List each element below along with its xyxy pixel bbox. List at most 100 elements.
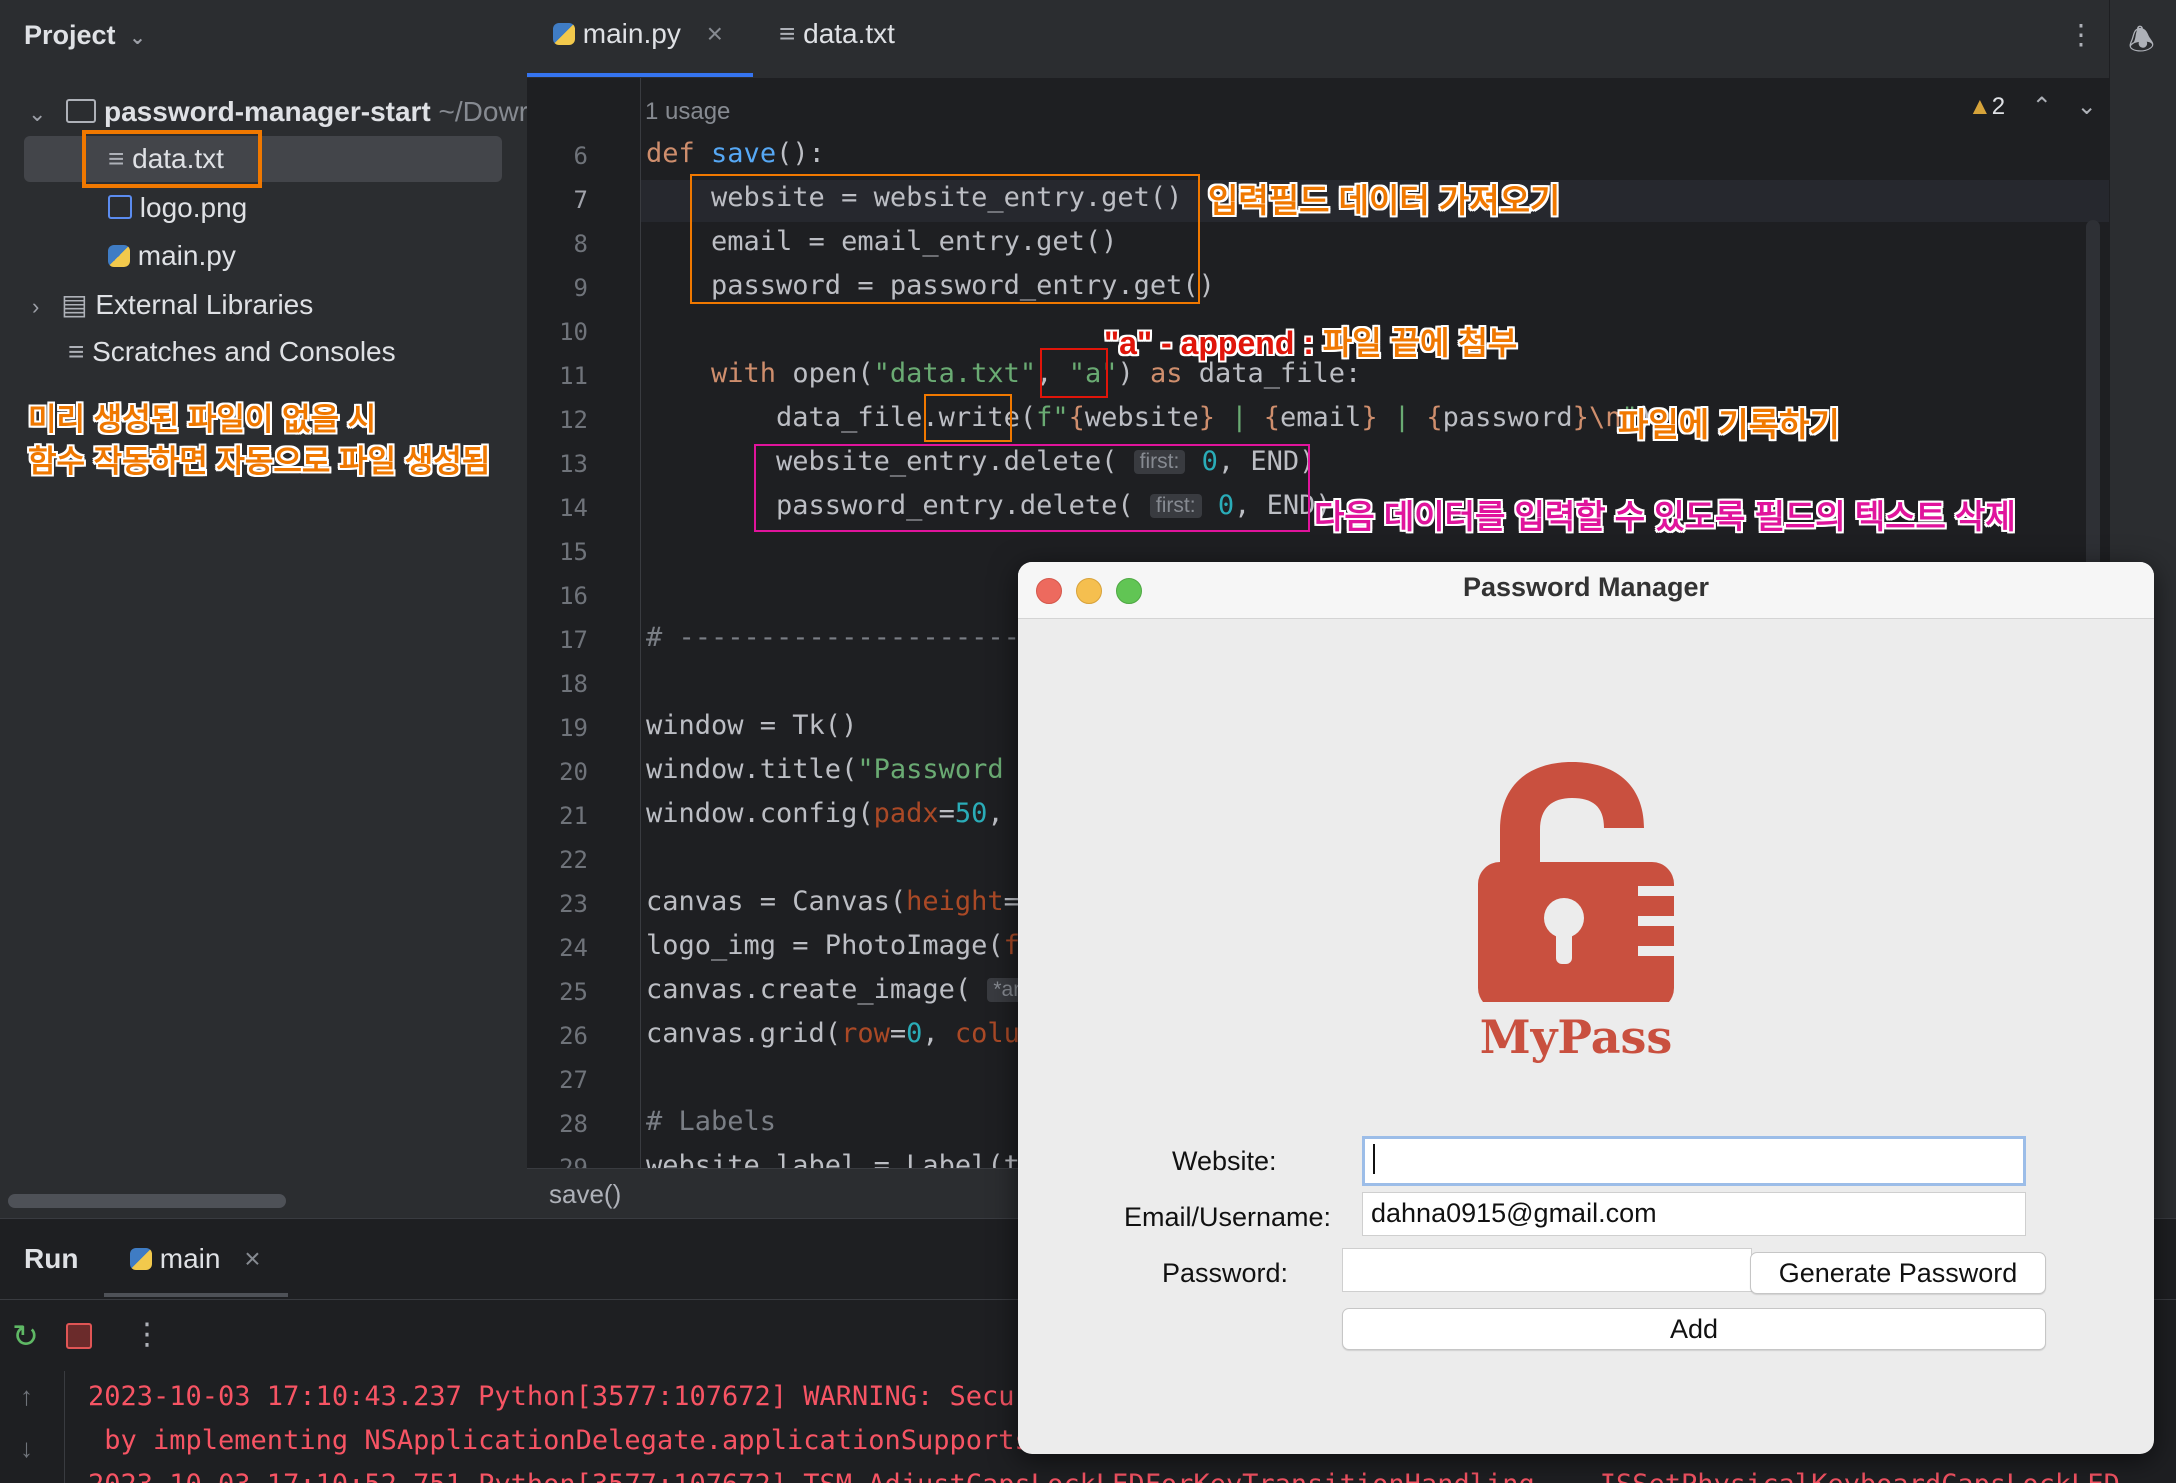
line-number: 24 [559, 934, 588, 962]
log-line: 2023-10-03 17:10:43.237 Python[3577:1076… [88, 1381, 1048, 1412]
text-cursor [1373, 1144, 1375, 1174]
lock-icon [1478, 762, 1674, 1010]
tree-item-main-py[interactable]: main.py [108, 240, 236, 272]
line-number: 12 [559, 406, 588, 434]
horizontal-scrollbar[interactable] [8, 1194, 286, 1208]
run-panel-title[interactable]: Run [24, 1243, 78, 1275]
tree-item-scratches[interactable]: ≡ Scratches and Consoles [68, 336, 396, 368]
chevron-right-icon: › [32, 294, 40, 319]
close-icon[interactable]: × [244, 1243, 260, 1274]
usage-hint[interactable]: 1 usage [645, 98, 730, 126]
line-number: 10 [559, 318, 588, 346]
line-number: 14 [559, 494, 588, 522]
append-mode-box [1040, 348, 1108, 398]
line-number: 8 [573, 230, 588, 258]
generate-password-button[interactable]: Generate Password [1750, 1252, 2046, 1294]
code-line-25[interactable]: canvas.create_image( *arg [646, 974, 1038, 1005]
line-number: 17 [559, 626, 588, 654]
tree-item-logo-png[interactable]: logo.png [108, 192, 247, 224]
code-line-12[interactable]: data_file.write(f"{website} | {email} | … [646, 402, 1654, 433]
image-file-icon [108, 195, 132, 219]
line-number: 18 [559, 670, 588, 698]
mypass-logo [1454, 758, 1694, 1010]
more-options-icon[interactable]: ⋮ [2067, 18, 2095, 51]
annotation-get-data: 입력필드 데이터 가져오기 [1208, 182, 1561, 219]
code-line-19[interactable]: window = Tk() [646, 710, 857, 741]
warnings-indicator[interactable]: ▲2 ⌃ ⌄ [1968, 92, 2097, 121]
notifications-icon[interactable]: 🕭 [2128, 18, 2155, 69]
python-icon [108, 245, 130, 267]
email-label: Email/Username: [1124, 1202, 1332, 1232]
scratches-icon: ≡ [68, 336, 85, 367]
project-panel: Project ⌄ ⌄ password-manager-start ~/Dow… [0, 0, 528, 1218]
close-icon[interactable]: × [707, 18, 723, 49]
line-number: 27 [559, 1066, 588, 1094]
line-number: 21 [559, 802, 588, 830]
warning-icon: ▲ [1968, 93, 1992, 120]
tab-data-txt[interactable]: ≡ data.txt [779, 18, 895, 50]
tree-item-root-folder[interactable]: ⌄ password-manager-start ~/Dowr [28, 96, 528, 128]
code-line-6[interactable]: def save(): [646, 138, 825, 169]
line-number: 16 [559, 582, 588, 610]
log-line: by implementing NSApplicationDelegate.ap… [88, 1425, 1064, 1456]
annotation-delete: 다음 데이터를 입력할 수 있도록 필드의 텍스트 삭제 [1314, 498, 2016, 535]
write-call-box [924, 394, 1012, 442]
line-number: 9 [573, 274, 588, 302]
text-file-icon: ≡ [779, 18, 796, 49]
rerun-icon[interactable]: ↻ [12, 1317, 39, 1355]
add-button[interactable]: Add [1342, 1308, 2046, 1350]
chevron-down-icon: ⌄ [28, 101, 47, 126]
text-file-icon: ≡ [108, 143, 125, 174]
delete-calls-box [754, 444, 1310, 532]
logo-text: MyPass [1479, 1010, 1673, 1064]
annotation-auto-create-2: 함수 작동하면 자동으로 파일 생성됨 [28, 444, 491, 479]
line-number: 20 [559, 758, 588, 786]
chevron-up-icon[interactable]: ⌃ [2032, 93, 2052, 120]
email-input[interactable]: dahna0915@gmail.com [1362, 1192, 2026, 1236]
line-number: 29 [559, 1154, 588, 1168]
tab-main-py[interactable]: main.py × [553, 18, 723, 50]
chevron-down-icon: ⌄ [129, 27, 146, 49]
get-data-box [690, 174, 1200, 304]
website-input[interactable] [1362, 1136, 2026, 1186]
line-number: 15 [559, 538, 588, 566]
project-panel-title[interactable]: Project ⌄ [24, 20, 146, 51]
run-tab-main[interactable]: main × [130, 1243, 261, 1275]
log-line: 2023-10-03 17:10:52.751 Python[3577:1076… [88, 1469, 2120, 1483]
tree-item-external-libraries[interactable]: › ▤ External Libraries [32, 288, 313, 321]
password-manager-window: Password Manager MyPass Website: Email/U… [1018, 562, 2154, 1454]
run-side-toolbar: ↑ ↓ [0, 1371, 65, 1483]
website-label: Website: [1172, 1146, 1277, 1176]
line-number: 23 [559, 890, 588, 918]
python-icon [553, 23, 575, 45]
annotation-write: 파일에 기록하기 [1618, 406, 1840, 443]
password-input[interactable] [1342, 1248, 1752, 1292]
breadcrumb[interactable]: save() [549, 1179, 621, 1210]
code-line-28[interactable]: # Labels [646, 1106, 776, 1137]
line-number: 7 [573, 186, 588, 214]
annotation-auto-create-1: 미리 생성된 파일이 없을 시 [28, 402, 377, 437]
annotation-append: "a" - append : 파일 끝에 첨부 [1104, 325, 1518, 361]
arrow-down-icon[interactable]: ↓ [20, 1433, 33, 1464]
line-number: 11 [559, 362, 588, 390]
chevron-down-icon[interactable]: ⌄ [2077, 93, 2097, 120]
more-options-icon[interactable]: ⋮ [132, 1317, 162, 1352]
window-titlebar[interactable]: Password Manager [1018, 562, 2154, 619]
line-number: 25 [559, 978, 588, 1006]
active-tab-indicator [527, 73, 753, 77]
line-number: 26 [559, 1022, 588, 1050]
line-number: 6 [573, 142, 588, 170]
line-number: 19 [559, 714, 588, 742]
python-icon [130, 1248, 152, 1270]
password-label: Password: [1162, 1258, 1289, 1288]
line-number: 22 [559, 846, 588, 874]
line-number: 13 [559, 450, 588, 478]
stop-icon[interactable] [66, 1323, 92, 1349]
window-title: Password Manager [1462, 572, 1710, 602]
editor-tab-bar: main.py × ≡ data.txt ⋮ [527, 0, 2109, 79]
line-number: 28 [559, 1110, 588, 1138]
library-icon: ▤ [61, 289, 88, 320]
tree-item-data-txt[interactable]: ≡ data.txt [108, 143, 224, 175]
arrow-up-icon[interactable]: ↑ [20, 1381, 33, 1412]
run-tab-indicator [104, 1293, 288, 1297]
